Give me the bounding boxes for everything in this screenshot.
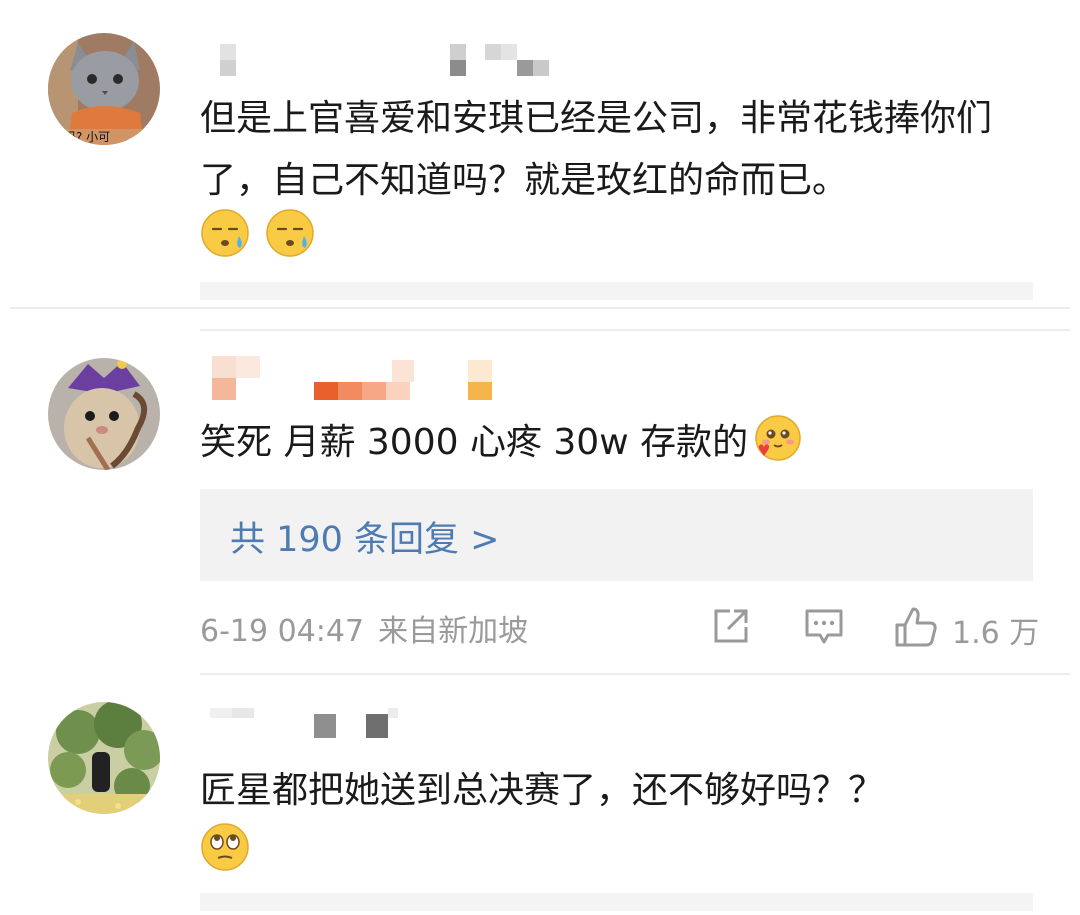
cute-heart-face-icon — [755, 415, 801, 461]
svg-text:吗? 小可: 吗? 小可 — [64, 130, 110, 144]
comment-text: 笑死 月薪 3000 心疼 30w 存款的 — [200, 412, 1040, 474]
replies-box[interactable]: 共 190 条回复 > — [200, 489, 1033, 581]
collapsed-replies-strip — [200, 282, 1033, 300]
author-name-redacted[interactable] — [200, 356, 520, 400]
comment-source: 来自新加坡 — [378, 614, 529, 649]
share-icon — [714, 609, 748, 643]
sweat-face-icon — [266, 209, 314, 257]
view-replies-link[interactable]: 共 190 条回复 > — [230, 511, 500, 562]
author-name-redacted[interactable] — [200, 708, 520, 742]
comment-button[interactable] — [802, 605, 846, 649]
like-count: 1.6 万 — [952, 616, 1040, 651]
divider — [10, 307, 1070, 309]
like-button[interactable] — [893, 605, 939, 649]
avatar-hamster[interactable] — [48, 358, 160, 470]
comment-date: 6-19 04:47 — [200, 614, 365, 649]
emoji-row — [200, 822, 260, 876]
collapsed-replies-strip — [200, 893, 1033, 911]
divider — [200, 673, 1070, 675]
comment-icon — [805, 609, 843, 644]
emoji-row — [200, 208, 325, 262]
comment-text: 但是上官喜爱和安琪已经是公司，非常花钱捧你们了，自己不知道吗？就是玫红的命而已。 — [200, 98, 993, 201]
comment-text: 匠星都把她送到总决赛了，还不够好吗？？ — [200, 770, 885, 811]
comment-text-content: 笑死 月薪 3000 心疼 30w 存款的 — [200, 422, 749, 463]
thumbs-up-icon — [895, 607, 937, 647]
divider — [200, 329, 1070, 331]
avatar-cat[interactable]: 吗? 小可 — [48, 33, 160, 145]
avatar-forest[interactable] — [48, 702, 160, 814]
eye-roll-face-icon — [201, 823, 249, 871]
author-name-redacted[interactable] — [200, 44, 549, 78]
comment-meta: 6-19 04:47 来自新加坡 — [200, 606, 542, 650]
sweat-face-icon — [201, 209, 249, 257]
share-button[interactable] — [710, 605, 752, 649]
